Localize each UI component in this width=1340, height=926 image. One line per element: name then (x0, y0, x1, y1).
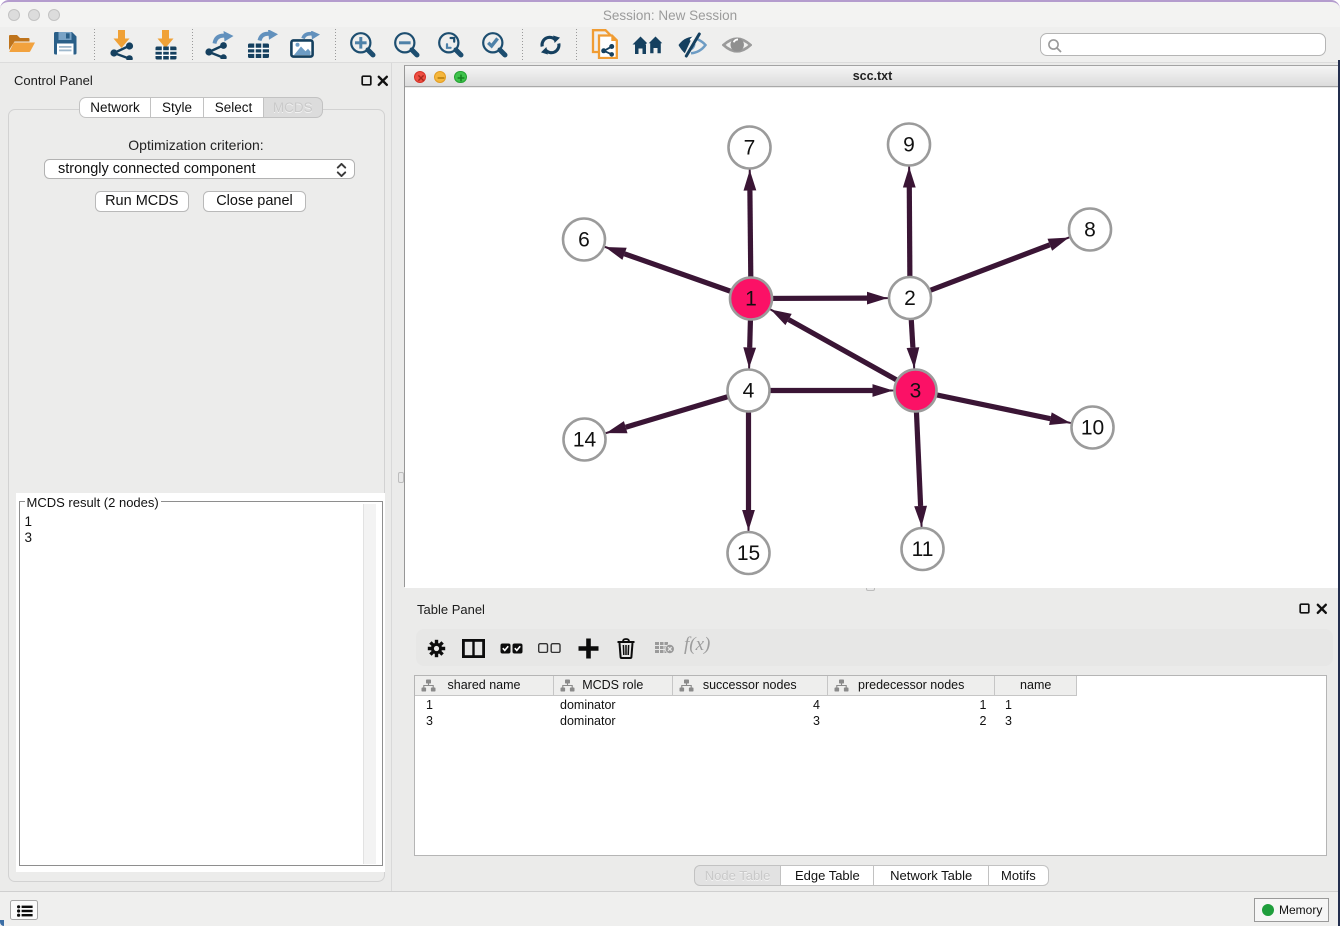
svg-text:15: 15 (737, 542, 760, 565)
svg-text:1: 1 (745, 288, 757, 311)
svg-text:8: 8 (1084, 219, 1096, 242)
svg-text:11: 11 (912, 538, 934, 561)
svg-text:14: 14 (573, 429, 597, 452)
svg-text:6: 6 (578, 229, 590, 252)
svg-text:7: 7 (744, 137, 756, 160)
svg-text:2: 2 (904, 287, 916, 310)
svg-text:9: 9 (903, 134, 915, 157)
svg-text:4: 4 (743, 380, 755, 403)
svg-text:3: 3 (910, 380, 922, 403)
svg-text:10: 10 (1081, 417, 1104, 440)
